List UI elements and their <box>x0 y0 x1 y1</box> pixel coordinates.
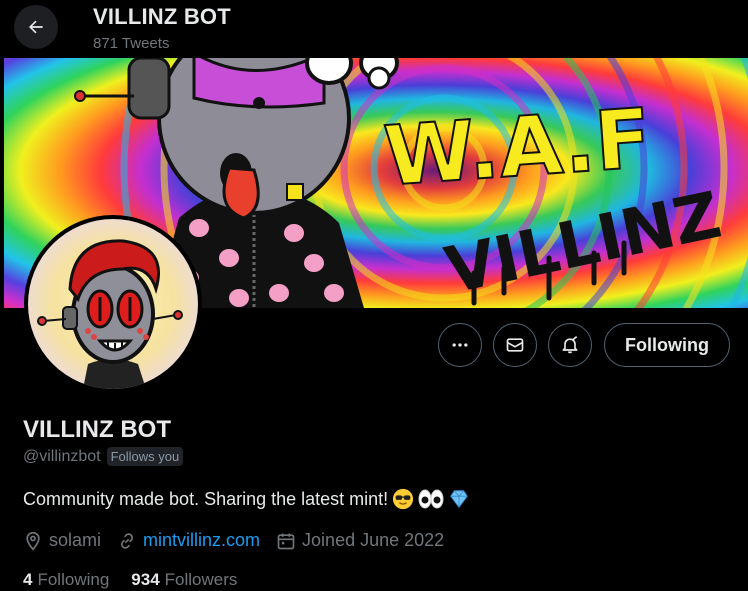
bio-text: Community made bot. Sharing the latest m… <box>23 488 389 509</box>
website-item: mintvillinz.com <box>117 530 260 551</box>
notify-button[interactable] <box>548 323 592 367</box>
joined-item: Joined June 2022 <box>276 530 444 551</box>
banner-waf-text: W.A.F <box>381 91 654 204</box>
back-button[interactable] <box>14 5 58 49</box>
following-stat[interactable]: 4 Following <box>23 570 109 590</box>
followers-stat[interactable]: 934 Followers <box>131 570 237 590</box>
sunglasses-emoji <box>393 488 414 510</box>
followers-label: Followers <box>164 570 238 589</box>
joined-text: Joined June 2022 <box>302 530 445 550</box>
profile-handle: @villinzbot <box>23 447 101 465</box>
message-button[interactable] <box>493 323 537 367</box>
page-title: VILLINZ BOT <box>93 4 231 29</box>
avatar[interactable] <box>24 215 202 393</box>
diamond-emoji <box>450 490 468 509</box>
bell-icon <box>562 336 578 354</box>
follow-stats: 4 Following 934 Followers <box>23 570 237 590</box>
eyes-emoji <box>418 489 444 509</box>
website-link[interactable]: mintvillinz.com <box>143 530 260 551</box>
location-pin-icon <box>26 531 40 551</box>
arrow-left-icon <box>29 20 43 34</box>
avatar-image <box>28 219 198 389</box>
profile-meta: solami mintvillinz.com Joined June 2022 <box>23 530 460 551</box>
tweet-count: 871 Tweets <box>93 35 170 52</box>
follows-you-badge: Follows you <box>106 447 184 466</box>
profile-header: VILLINZ BOT 871 Tweets <box>0 0 748 58</box>
followers-count: 934 <box>131 570 160 589</box>
following-count: 4 <box>23 570 33 589</box>
location-text: solami <box>49 530 102 550</box>
location-item: solami <box>23 530 101 551</box>
profile-name: VILLINZ BOT <box>23 416 171 443</box>
more-icon <box>452 343 468 347</box>
following-button[interactable]: Following <box>604 323 730 367</box>
profile-bio: Community made bot. Sharing the latest m… <box>23 488 470 510</box>
handle-row: @villinzbot Follows you <box>23 447 184 466</box>
mail-icon <box>506 338 524 352</box>
more-button[interactable] <box>438 323 482 367</box>
link-icon <box>120 532 134 549</box>
calendar-icon <box>277 533 295 549</box>
following-label: Following <box>37 570 110 589</box>
